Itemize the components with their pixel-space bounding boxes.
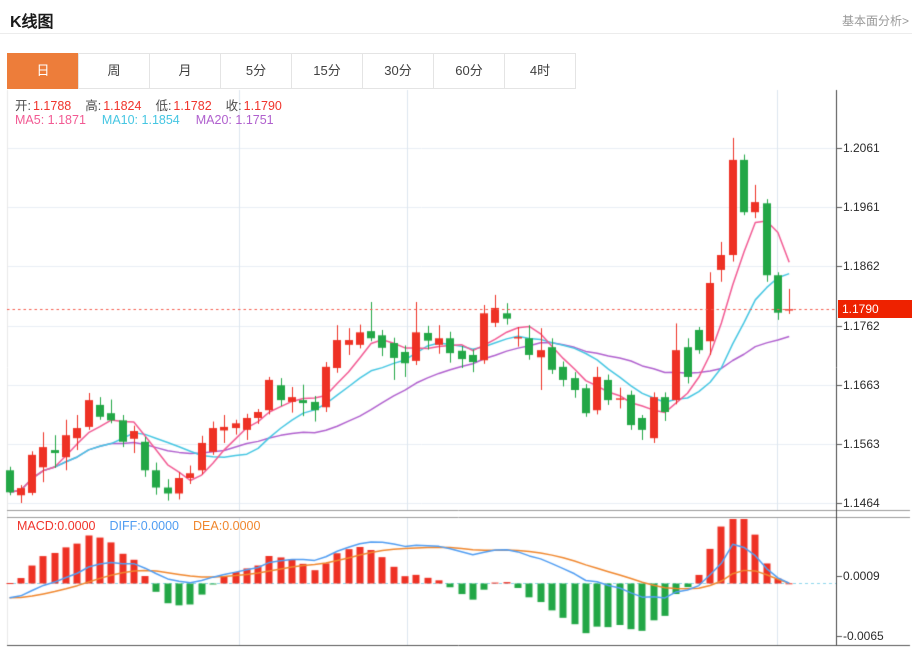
tab-60分[interactable]: 60分 [433,53,505,89]
tab-5分[interactable]: 5分 [220,53,292,89]
ma10-legend: MA10: 1.1854 [101,113,180,127]
low-value: 1.1782 [173,99,212,113]
ma20-legend: MA20: 1.1751 [195,113,274,127]
page-title: K线图 [10,14,54,31]
close-value: 1.1790 [243,99,282,113]
tab-日[interactable]: 日 [7,53,79,89]
kline-page: { "header": { "title": "K线图", "link": "基… [0,0,912,650]
y-axis-tick-label: 1.1762 [843,318,880,333]
high-value: 1.1824 [103,99,142,113]
open-value: 1.1788 [32,99,72,113]
open-label: 开: [15,99,31,113]
tab-30分[interactable]: 30分 [362,53,434,89]
tab-月[interactable]: 月 [149,53,221,89]
y-axis-tick-label: 1.1464 [843,496,880,510]
header-divider [0,33,912,34]
tab-15分[interactable]: 15分 [291,53,363,89]
y-axis-tick-label: 1.2061 [843,141,880,155]
low-label: 低: [155,99,172,113]
macd-legend: MACD:0.0000 DIFF:0.0000 DEA:0.0000 [17,519,260,533]
high-label: 高: [85,99,102,113]
tab-4时[interactable]: 4时 [504,53,576,89]
y-axis-tick-label: 1.1862 [843,259,880,274]
y-axis-tick-label: 1.1961 [843,200,880,215]
macd-value: MACD:0.0000 [17,519,96,533]
period-tabs: 日周月 5分 15分 30分 60分 4时 [7,53,576,89]
y-axis-tick-label: 1.1663 [843,377,880,392]
fundamental-analysis-link[interactable]: 基本面分析> [842,12,909,29]
y-axis-tick-label: -0.0065 [843,628,884,643]
ma5-legend: MA5: 1.1871 [15,113,86,127]
diff-value: DIFF:0.0000 [109,519,179,533]
tab-周[interactable]: 周 [78,53,150,89]
close-label: 收: [225,99,242,113]
ma-legend: MA5: 1.1871 MA10: 1.1854 MA20: 1.1751 [15,113,274,127]
y-axis-tick-label: 0.0009 [843,569,880,583]
current-price-badge: 1.1790 [838,300,912,319]
y-axis-tick-label: 1.1563 [843,437,880,452]
dea-value: DEA:0.0000 [193,519,261,533]
ohlc-legend: 开: 1.1788 高: 1.1824 低: 1.1782 收: 1.1790 [15,95,296,114]
